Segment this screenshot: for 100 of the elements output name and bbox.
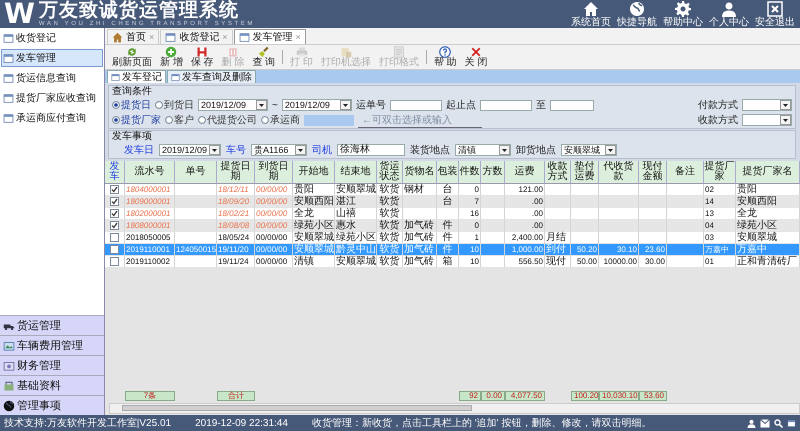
field-label: 卸货地点 [516, 144, 556, 157]
sidebar-section[interactable]: 管理事项 [0, 395, 104, 415]
column-header[interactable]: 到货日期 [255, 161, 293, 184]
sidebar-item[interactable]: 货运信息查询 [1, 69, 103, 87]
window-icon [238, 32, 250, 42]
toolbar-button[interactable]: 新 增 [157, 46, 186, 68]
header-nav-link[interactable]: 个人中心 [708, 0, 750, 28]
select-field[interactable]: 安顺翠城 [561, 144, 618, 156]
column-header[interactable]: 包装 [437, 161, 459, 184]
table-row[interactable]: 1802000001 18/02/21 00/00/00 全龙 山禧 软货 16 .00 13 全龙 [105, 208, 800, 220]
checkbox[interactable] [110, 257, 119, 266]
table-row[interactable]: 1804000001 18/12/11 00/00/00 贵阳 安顺翠城 软货 钢材 台 0 121.00 02 贵阳 [105, 184, 800, 196]
checkbox[interactable] [110, 209, 119, 218]
radio-button[interactable] [112, 101, 120, 109]
radio-label[interactable]: 提货日 [121, 98, 151, 112]
date-field[interactable]: 2019/12/09 [198, 99, 268, 111]
toolbar-button[interactable]: 保 存 [188, 46, 217, 68]
toolbar-button[interactable]: 关 闭 [462, 46, 490, 68]
select-field[interactable] [742, 99, 792, 111]
column-header[interactable]: 收款方式 [545, 161, 571, 184]
search-icon[interactable] [774, 418, 783, 428]
sidebar-item[interactable]: 发车管理 [1, 49, 103, 67]
checkbox[interactable] [110, 185, 119, 194]
sidebar-item[interactable]: 提货厂家应收查询 [1, 89, 103, 107]
sidebar-section[interactable]: 货运管理 [0, 315, 104, 335]
checkbox[interactable] [110, 233, 119, 242]
column-header[interactable]: 货运状态 [377, 161, 403, 184]
close-icon [470, 46, 482, 58]
field-label: 运单号 [356, 98, 386, 112]
tab[interactable]: 首页 × [107, 29, 160, 44]
select-field[interactable]: 清镇 [455, 144, 512, 156]
header-nav-link[interactable]: 系统首页 [570, 0, 612, 28]
column-header[interactable]: 货物名 [403, 161, 437, 184]
add-icon [165, 46, 178, 58]
column-header[interactable]: 流水号 [125, 161, 175, 184]
printer-icon [296, 46, 308, 58]
sidebar-item[interactable]: 承运商应付查询 [1, 109, 103, 127]
window-icon [3, 92, 14, 104]
checkbox[interactable] [110, 245, 119, 254]
tab[interactable]: 发车登记 [107, 70, 166, 83]
radio-label[interactable]: 承运商 [270, 113, 300, 127]
radio-label[interactable]: 代提货公司 [207, 113, 257, 127]
toolbar-button[interactable]: 查 询 [249, 46, 278, 68]
sidebar-section[interactable]: 财务管理 [0, 355, 104, 375]
header-nav-link[interactable]: 安全退出 [754, 0, 796, 28]
column-header[interactable]: 现付金额 [639, 161, 667, 184]
input-field[interactable] [550, 100, 594, 110]
input-field[interactable]: 徐海林 [337, 144, 406, 156]
table-row[interactable]: 2019110002 19/11/24 00/00/00 清镇 安顺翠城 软货 加气砖 箱 10 556.50 现付 50.00 10000.00 30.00 01 正和青清砖厂 [105, 256, 800, 268]
field-label: 起止点 [446, 98, 476, 112]
column-header[interactable]: 垫付运费 [571, 161, 599, 184]
column-header[interactable]: 发车 [105, 161, 125, 184]
select-field[interactable]: 贵A1166 [251, 144, 308, 156]
input-field[interactable] [480, 100, 532, 110]
toolbar-button[interactable]: 刷新页面 [109, 46, 155, 68]
toolbar-button[interactable]: 帮 助 [430, 46, 460, 68]
column-header[interactable]: 结束地 [335, 161, 377, 184]
tab[interactable]: 发车管理 × [234, 29, 306, 44]
column-header[interactable]: 件数 [459, 161, 481, 184]
radio-button[interactable] [155, 101, 163, 109]
input-field[interactable] [304, 114, 354, 126]
radio-label[interactable]: 提货厂家 [121, 113, 161, 127]
column-header[interactable]: 开始地 [293, 161, 335, 184]
column-header[interactable]: 提货厂家名 [736, 161, 800, 184]
group-title: 发车事项 [112, 131, 153, 142]
radio-button[interactable] [261, 116, 269, 124]
radio-label[interactable]: 客户 [174, 113, 194, 127]
column-header[interactable]: 提货厂家 [704, 161, 736, 184]
header-nav-link[interactable]: 帮助中心 [662, 0, 704, 28]
sidebar-section[interactable]: 车辆费用管理 [0, 335, 104, 355]
select-field[interactable] [742, 114, 792, 126]
column-header[interactable]: 运费 [505, 161, 545, 184]
radio-button[interactable] [198, 116, 206, 124]
radio-button[interactable] [165, 116, 173, 124]
checkbox[interactable] [110, 221, 119, 230]
column-header[interactable]: 代收货款 [599, 161, 639, 184]
table-row[interactable]: 2018050005 18/05/24 00/00/00 安顺翠城 绿苑小区 软货 加气砖 件 1 2,400.00 月结 03 安顺翠城 [105, 232, 800, 244]
select-field[interactable]: 2019/12/09 [159, 144, 222, 156]
radio-button[interactable] [112, 116, 120, 124]
column-header[interactable]: 方数 [481, 161, 505, 184]
field-label: 司机 [312, 144, 332, 157]
input-hint: ←可双击选择或输入 [358, 112, 482, 128]
tab[interactable]: 发车查询及删除 [167, 70, 256, 83]
tab[interactable]: 收货登记 × [160, 29, 233, 44]
window-icon [3, 360, 15, 372]
column-header[interactable]: 备注 [667, 161, 704, 184]
column-header[interactable]: 提货日期 [217, 161, 255, 184]
sidebar-section[interactable]: 基础资料 [0, 375, 104, 395]
column-header[interactable]: 单号 [175, 161, 217, 184]
horizontal-scrollbar[interactable] [109, 403, 800, 414]
table-cell: 01 [704, 256, 736, 268]
window-icon [3, 340, 15, 352]
checkbox[interactable] [110, 197, 119, 206]
mail-icon[interactable] [760, 418, 770, 428]
table-cell: 安顺翠城 [335, 256, 377, 268]
date-field[interactable]: 2019/12/09 [282, 99, 352, 111]
input-field[interactable] [390, 100, 442, 110]
radio-label[interactable]: 到货日 [164, 98, 194, 112]
sidebar-item[interactable]: 收货登记 [1, 29, 103, 47]
header-nav-link[interactable]: 快捷导航 [616, 0, 658, 28]
